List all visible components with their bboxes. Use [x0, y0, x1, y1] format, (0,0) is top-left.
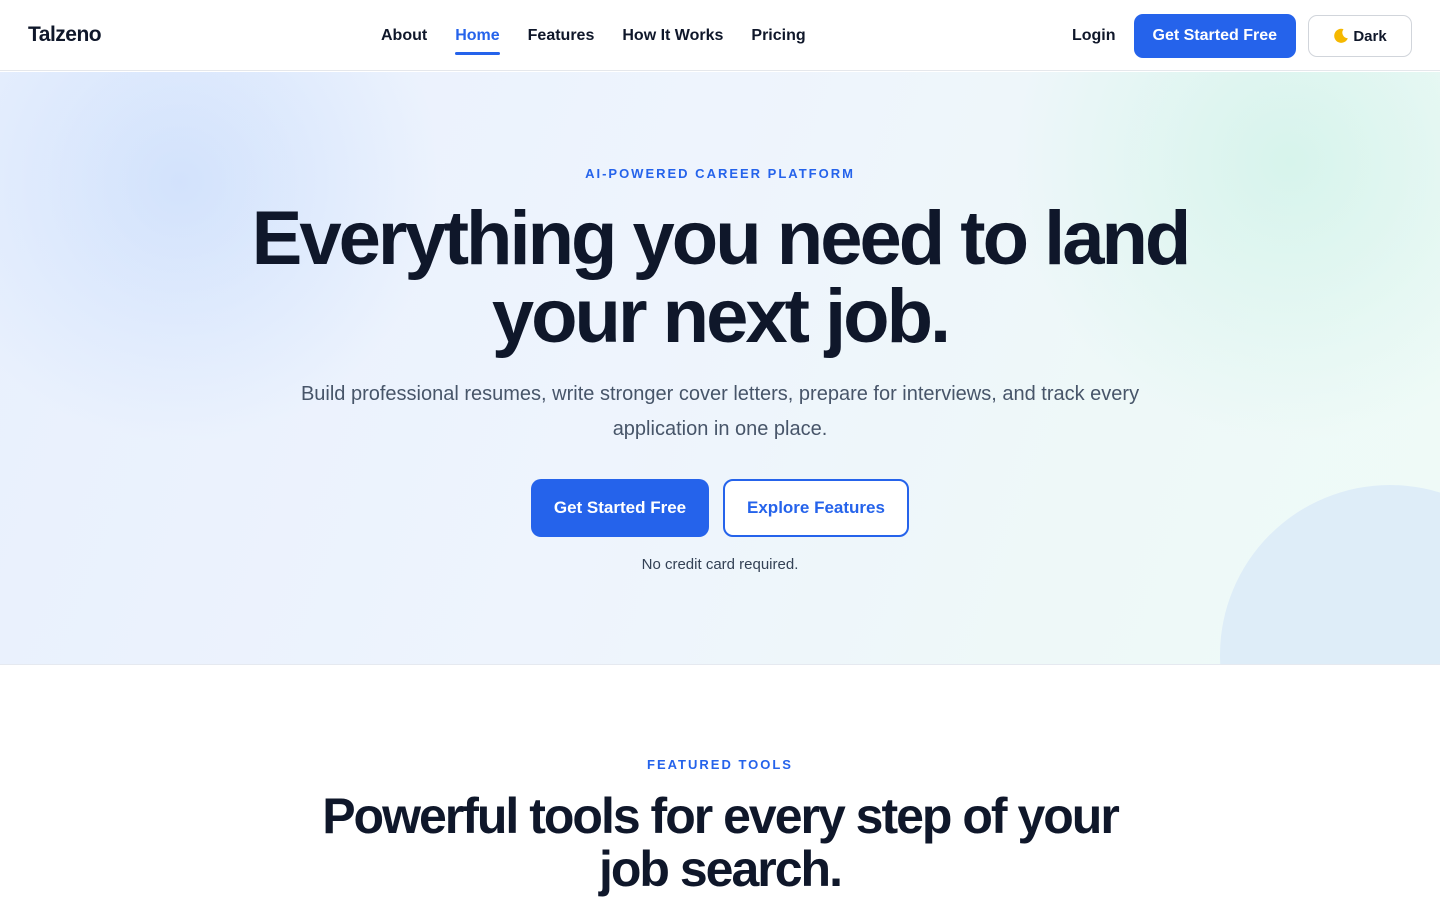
featured-title: Powerful tools for every step of your jo…: [322, 788, 1120, 897]
nav-link-pricing[interactable]: Pricing: [751, 26, 805, 46]
hero-actions: Get Started Free Explore Features: [0, 479, 1440, 537]
hero-note: No credit card required.: [641, 556, 799, 573]
dark-mode-label: Dark: [1353, 27, 1387, 45]
hero-get-started-button[interactable]: Get Started Free: [531, 479, 709, 537]
hero-subtitle: Build professional resumes, write strong…: [300, 383, 1140, 440]
nav-link-about[interactable]: About: [381, 26, 427, 46]
header-get-started-button[interactable]: Get Started Free: [1133, 14, 1296, 58]
nav-link-features[interactable]: Features: [528, 26, 595, 46]
site-header: Talzeno About Home Features How It Works…: [0, 0, 1440, 71]
hero-section: AI-POWERED CAREER PLATFORM Everything yo…: [0, 72, 1440, 665]
login-link[interactable]: Login: [1072, 27, 1116, 45]
nav-link-how-it-works[interactable]: How It Works: [622, 26, 723, 46]
moon-icon: [1333, 28, 1349, 44]
header-actions: Login Get Started Free Dark: [1072, 14, 1412, 58]
hero-eyebrow: AI-POWERED CAREER PLATFORM: [585, 166, 855, 181]
nav-link-home[interactable]: Home: [455, 26, 501, 55]
hero-title: Everything you need to land your next jo…: [251, 196, 1192, 359]
explore-features-button[interactable]: Explore Features: [723, 479, 909, 537]
featured-eyebrow: FEATURED TOOLS: [647, 757, 793, 772]
main-nav: About Home Features How It Works Pricing: [381, 0, 806, 71]
brand-logo[interactable]: Talzeno: [28, 22, 102, 48]
featured-tools-section: FEATURED TOOLS Powerful tools for every …: [0, 666, 1440, 900]
dark-mode-toggle[interactable]: Dark: [1308, 15, 1412, 57]
